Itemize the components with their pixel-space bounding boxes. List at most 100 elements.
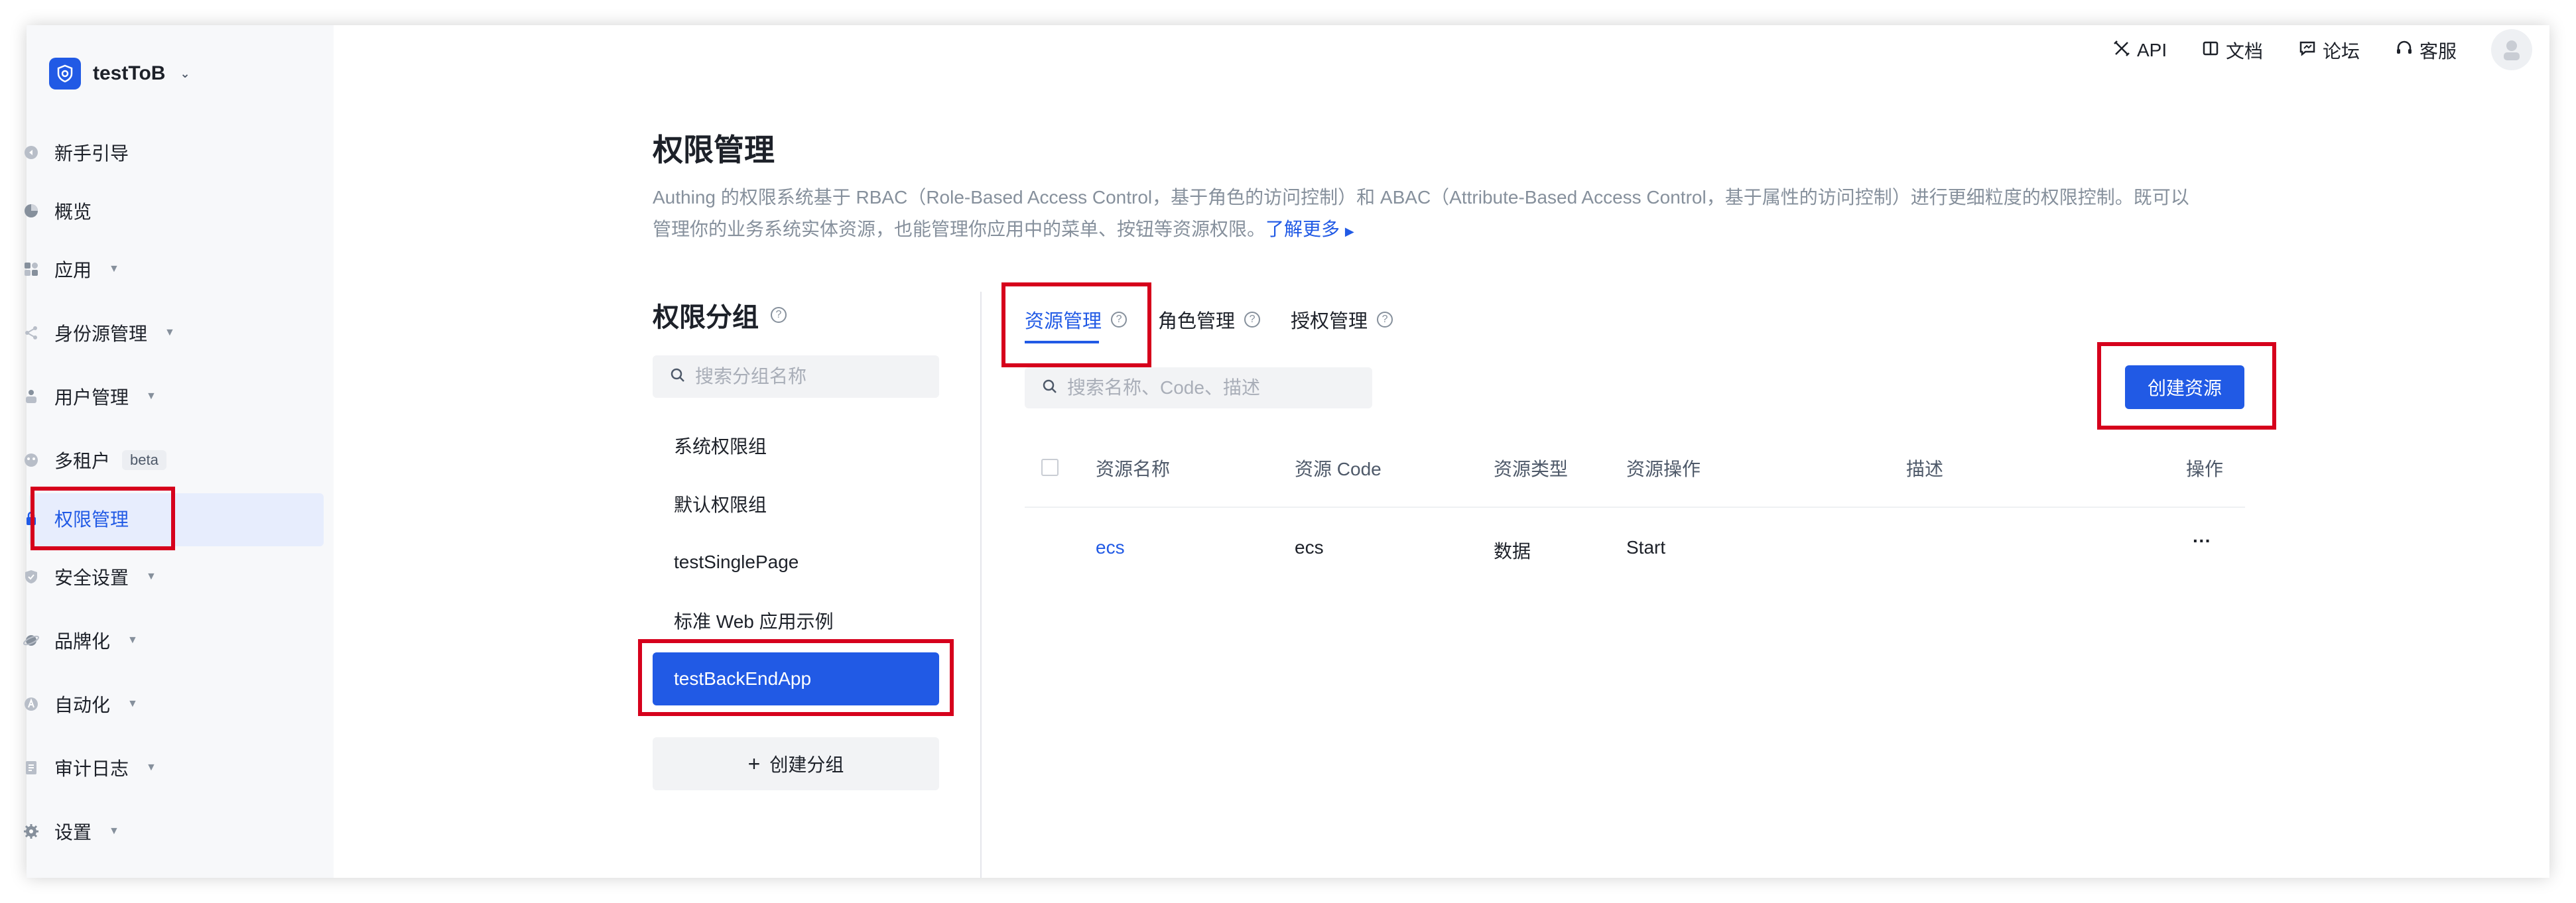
- sidebar-item-label: 品牌化: [54, 631, 111, 652]
- planet-icon: [23, 632, 40, 649]
- help-icon[interactable]: ?: [1244, 312, 1261, 328]
- resource-type: 数据: [1494, 541, 1531, 562]
- header-link-forum[interactable]: 论坛: [2299, 34, 2360, 66]
- api-icon: [2113, 40, 2130, 62]
- sidebar-item-label: 审计日志: [54, 758, 129, 779]
- tab-authorization[interactable]: 授权管理 ?: [1291, 304, 1393, 335]
- chevron-down-icon: ▼: [164, 327, 175, 338]
- sidebar-item-label: 自动化: [54, 695, 111, 715]
- header-link-label: 论坛: [2323, 41, 2360, 62]
- gear-icon: [23, 823, 40, 840]
- sidebar-item-label: 安全设置: [54, 568, 129, 588]
- book-icon: [2202, 40, 2219, 62]
- resource-code: ecs: [1295, 537, 1324, 558]
- sidebar-item-users[interactable]: 用户管理 ▼: [23, 377, 301, 416]
- sidebar-item-automation[interactable]: 自动化 ▼: [23, 684, 301, 724]
- group-item[interactable]: testSinglePage: [653, 536, 939, 589]
- sidebar-item-overview[interactable]: 概览: [23, 191, 301, 231]
- sidebar-item-security[interactable]: 安全设置 ▼: [23, 557, 301, 597]
- caret-right-icon: ▶: [1344, 225, 1354, 238]
- group-item[interactable]: 系统权限组: [653, 419, 939, 472]
- help-icon[interactable]: ?: [1377, 312, 1393, 328]
- chevron-down-icon: ▼: [127, 634, 138, 646]
- column-divider: [980, 292, 982, 878]
- column-header: 资源 Code: [1295, 459, 1382, 479]
- column-header: 操作: [2186, 459, 2224, 479]
- page-title: 权限管理: [653, 133, 775, 167]
- create-group-button[interactable]: + 创建分组: [653, 737, 939, 790]
- sidebar-item-label: 用户管理: [54, 387, 129, 408]
- automation-icon: [23, 695, 40, 713]
- tab-roles[interactable]: 角色管理 ?: [1158, 304, 1261, 335]
- description-line: 管理你的业务系统实体资源，也能管理你应用中的菜单、按钮等资源权限。: [653, 219, 1266, 239]
- resource-actions: Start: [1626, 537, 1666, 558]
- resource-search[interactable]: [1025, 367, 1372, 408]
- row-more-icon[interactable]: ···: [2193, 530, 2211, 552]
- share-icon: [23, 324, 40, 341]
- table-header-divider: [1025, 507, 2245, 508]
- tenant-icon: [23, 452, 40, 469]
- highlight-box: [1001, 282, 1151, 367]
- search-icon: [670, 367, 686, 387]
- sidebar-item-identity-sources[interactable]: 身份源管理 ▼: [23, 313, 301, 353]
- sidebar-item-tenants[interactable]: 多租户 beta: [23, 440, 301, 480]
- plus-icon: +: [747, 751, 761, 776]
- column-header: 资源操作: [1626, 459, 1701, 479]
- sidebar-item-apps[interactable]: 应用 ▼: [23, 249, 301, 289]
- column-header: 描述: [1906, 459, 1944, 479]
- description-line: Authing 的权限系统基于 RBAC（Role-Based Access C…: [653, 187, 2189, 208]
- resource-search-input[interactable]: [1067, 377, 1332, 398]
- sidebar-item-label: 身份源管理: [54, 324, 148, 344]
- groups-title: 权限分组 ?: [653, 296, 787, 334]
- header-link-support[interactable]: 客服: [2396, 34, 2457, 66]
- org-logo-icon: [49, 58, 81, 90]
- header-link-api[interactable]: API: [2113, 34, 2167, 66]
- sidebar-item-label: 概览: [54, 202, 92, 222]
- highlight-box: [31, 487, 175, 550]
- help-icon[interactable]: ?: [771, 307, 787, 323]
- user-avatar[interactable]: [2491, 29, 2532, 70]
- beta-badge: beta: [122, 450, 166, 470]
- log-icon: [23, 759, 40, 776]
- header-link-label: 文档: [2226, 41, 2264, 62]
- pie-chart-icon: [23, 202, 40, 219]
- app-window: [27, 25, 2549, 878]
- highlight-box: [638, 639, 954, 716]
- create-group-label: 创建分组: [769, 754, 844, 775]
- apps-icon: [23, 261, 40, 278]
- header-link-label: API: [2137, 40, 2167, 60]
- resource-name-link[interactable]: ecs: [1096, 537, 1125, 558]
- search-icon: [1042, 379, 1058, 398]
- tab-label: 授权管理: [1291, 311, 1368, 332]
- learn-more-link[interactable]: 了解更多 ▶: [1265, 219, 1354, 239]
- chevron-down-icon: ⌄: [180, 66, 190, 80]
- chevron-down-icon: ▼: [109, 263, 119, 274]
- chevron-down-icon: ▼: [127, 698, 138, 709]
- sidebar-item-branding[interactable]: 品牌化 ▼: [23, 621, 301, 660]
- guide-icon: [23, 144, 40, 161]
- sidebar-item-label: 新手引导: [54, 143, 129, 164]
- header-link-docs[interactable]: 文档: [2202, 34, 2263, 66]
- chat-icon: [2299, 40, 2316, 62]
- header-link-label: 客服: [2419, 41, 2457, 62]
- shield-icon: [23, 568, 40, 585]
- users-icon: [23, 388, 40, 405]
- sidebar-item-guide[interactable]: 新手引导: [23, 133, 301, 172]
- group-search-input[interactable]: [695, 366, 911, 387]
- group-item[interactable]: 默认权限组: [653, 477, 939, 530]
- chevron-down-icon: ▼: [146, 762, 157, 773]
- column-header: 资源类型: [1494, 459, 1569, 479]
- select-all-checkbox[interactable]: [1041, 459, 1059, 476]
- org-switcher[interactable]: testToB ⌄: [49, 55, 190, 92]
- sidebar-item-audit-log[interactable]: 审计日志 ▼: [23, 748, 301, 788]
- highlight-box: [2097, 342, 2276, 430]
- page-description: Authing 的权限系统基于 RBAC（Role-Based Access C…: [653, 182, 2244, 247]
- chevron-down-icon: ▼: [109, 825, 119, 837]
- learn-more-label: 了解更多: [1265, 219, 1340, 239]
- sidebar-item-settings[interactable]: 设置 ▼: [23, 812, 301, 851]
- headset-icon: [2396, 40, 2413, 62]
- org-name: testToB: [93, 62, 166, 84]
- chevron-down-icon: ▼: [146, 391, 157, 402]
- group-search[interactable]: [653, 355, 939, 398]
- chevron-down-icon: ▼: [146, 571, 157, 582]
